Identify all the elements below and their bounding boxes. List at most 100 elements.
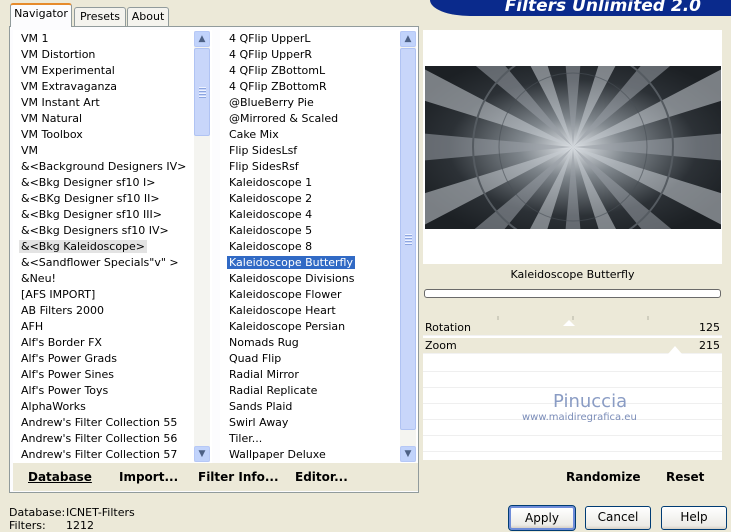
category-item[interactable]: Alf's Power Sines bbox=[21, 367, 114, 383]
category-item[interactable]: &<Bkg Designer sf10 III> bbox=[21, 207, 162, 223]
category-item[interactable]: AB Filters 2000 bbox=[21, 303, 104, 319]
status-filters-label: Filters: bbox=[9, 519, 46, 532]
filter-info-label: Filter Info... bbox=[198, 470, 279, 484]
filter-item[interactable]: Kaleidoscope 2 bbox=[229, 191, 312, 207]
filter-item[interactable]: Kaleidoscope 1 bbox=[229, 175, 312, 191]
filter-list[interactable]: 4 QFlip UpperL 4 QFlip UpperR 4 QFlip ZBot… bbox=[220, 30, 418, 463]
filter-item[interactable]: Flip SidesLsf bbox=[229, 143, 297, 159]
filter-item[interactable]: Kaleidoscope 8 bbox=[229, 239, 312, 255]
scroll-down-icon[interactable]: ▼ bbox=[194, 446, 210, 462]
list-item-label: VM 1 bbox=[21, 32, 49, 45]
filter-item[interactable]: Kaleidoscope Butterfly bbox=[227, 255, 355, 271]
filter-item[interactable]: 4 QFlip UpperR bbox=[229, 47, 312, 63]
filter-item[interactable]: Cake Mix bbox=[229, 127, 279, 143]
category-item[interactable]: VM bbox=[21, 143, 38, 159]
list-item-label: Kaleidoscope Flower bbox=[229, 288, 342, 301]
import-button[interactable]: Import... bbox=[119, 470, 178, 484]
category-item[interactable]: &<BKg Designer sf10 II> bbox=[21, 191, 160, 207]
tab-navigator[interactable]: Navigator bbox=[10, 3, 72, 27]
category-item[interactable]: &<Bkg Designers sf10 IV> bbox=[21, 223, 169, 239]
filter-info-button[interactable]: Filter Info... bbox=[198, 470, 279, 484]
list-item-label: &<Sandflower Specials"v" > bbox=[21, 256, 179, 269]
reset-button[interactable]: Reset bbox=[666, 470, 704, 484]
filter-item[interactable]: Kaleidoscope Divisions bbox=[229, 271, 354, 287]
filter-item[interactable]: Kaleidoscope 5 bbox=[229, 223, 312, 239]
filter-item[interactable]: Sands Plaid bbox=[229, 399, 292, 415]
category-item[interactable]: VM Distortion bbox=[21, 47, 95, 63]
rotation-label: Rotation bbox=[425, 321, 472, 334]
category-item[interactable]: Andrew's Filter Collection 56 bbox=[21, 431, 177, 447]
status-database-value: ICNET-Filters bbox=[66, 506, 135, 519]
scroll-up-icon[interactable]: ▲ bbox=[400, 31, 416, 47]
status-filters-value: 1212 bbox=[66, 519, 94, 532]
filter-item[interactable]: Radial Replicate bbox=[229, 383, 317, 399]
filter-item[interactable]: Flip SidesRsf bbox=[229, 159, 299, 175]
filter-item[interactable]: 4 QFlip UpperL bbox=[229, 31, 311, 47]
category-item[interactable]: Alf's Border FX bbox=[21, 335, 102, 351]
list-item-label: Andrew's Filter Collection 56 bbox=[21, 432, 178, 445]
list-item-label: 4 QFlip UpperL bbox=[229, 32, 311, 45]
param-rotation[interactable]: Rotation 125 bbox=[423, 320, 722, 336]
filter-item[interactable]: Kaleidoscope Heart bbox=[229, 303, 336, 319]
list-item-label: VM Instant Art bbox=[21, 96, 100, 109]
category-item[interactable]: Alf's Power Grads bbox=[21, 351, 117, 367]
category-item[interactable]: &<Background Designers IV> bbox=[21, 159, 186, 175]
filter-item[interactable]: Kaleidoscope Flower bbox=[229, 287, 342, 303]
filter-scrollbar[interactable]: ▲ ▼ bbox=[400, 31, 416, 462]
param-zoom[interactable]: Zoom 215 bbox=[423, 338, 722, 354]
filter-item[interactable]: 4 QFlip ZBottomL bbox=[229, 63, 325, 79]
list-item-label: Kaleidoscope 2 bbox=[229, 192, 313, 205]
filter-item[interactable]: Radial Mirror bbox=[229, 367, 299, 383]
category-item[interactable]: &Neu! bbox=[21, 271, 56, 287]
apply-button[interactable]: Apply bbox=[508, 505, 576, 531]
scroll-thumb[interactable] bbox=[194, 48, 210, 136]
list-item-label: &<BKg Designer sf10 II> bbox=[21, 192, 160, 205]
filter-item[interactable]: Tiler... bbox=[229, 431, 262, 447]
list-item-label: Andrew's Filter Collection 55 bbox=[21, 416, 178, 429]
category-item[interactable]: &<Bkg Kaleidoscope> bbox=[19, 239, 148, 255]
category-scrollbar[interactable]: ▲ ▼ bbox=[194, 31, 210, 462]
cancel-button[interactable]: Cancel bbox=[585, 506, 651, 530]
help-label: Help bbox=[680, 510, 708, 524]
scroll-up-icon[interactable]: ▲ bbox=[194, 31, 210, 47]
help-button[interactable]: Help bbox=[661, 506, 727, 530]
tab-presets[interactable]: Presets bbox=[74, 7, 126, 26]
editor-button[interactable]: Editor... bbox=[295, 470, 348, 484]
filter-item[interactable]: Quad Flip bbox=[229, 351, 281, 367]
category-list[interactable]: VM 1 VM Distortion VM Experimental VM Extra… bbox=[13, 30, 212, 463]
category-item[interactable]: AlphaWorks bbox=[21, 399, 86, 415]
filter-item[interactable]: Kaleidoscope Persian bbox=[229, 319, 345, 335]
scroll-down-icon[interactable]: ▼ bbox=[400, 446, 416, 462]
scroll-thumb[interactable] bbox=[400, 48, 416, 430]
filter-item[interactable]: @Mirrored & Scaled bbox=[229, 111, 338, 127]
randomize-button[interactable]: Randomize bbox=[566, 470, 640, 484]
database-button[interactable]: Database bbox=[28, 470, 92, 484]
filter-item[interactable]: Wallpaper Deluxe bbox=[229, 447, 326, 463]
filter-item[interactable]: Swirl Away bbox=[229, 415, 288, 431]
list-item-label: @BlueBerry Pie bbox=[229, 96, 314, 109]
filter-item[interactable]: Nomads Rug bbox=[229, 335, 299, 351]
category-item[interactable]: VM Natural bbox=[21, 111, 82, 127]
zoom-slider-handle[interactable] bbox=[668, 346, 682, 354]
category-item[interactable]: AFH bbox=[21, 319, 43, 335]
rotation-slider-handle[interactable] bbox=[563, 320, 575, 326]
category-item[interactable]: Andrew's Filter Collection 55 bbox=[21, 415, 177, 431]
category-item[interactable]: Alf's Power Toys bbox=[21, 383, 108, 399]
filter-item[interactable]: Kaleidoscope 4 bbox=[229, 207, 312, 223]
category-item[interactable]: Andrew's Filter Collection 57 bbox=[21, 447, 177, 463]
filter-item[interactable]: @BlueBerry Pie bbox=[229, 95, 314, 111]
list-item-label: &<Background Designers IV> bbox=[21, 160, 187, 173]
category-item[interactable]: VM Instant Art bbox=[21, 95, 100, 111]
filter-item[interactable]: 4 QFlip ZBottomR bbox=[229, 79, 327, 95]
list-item-label: @Mirrored & Scaled bbox=[229, 112, 339, 125]
list-item-label: Wallpaper Deluxe bbox=[229, 448, 326, 461]
category-item[interactable]: VM 1 bbox=[21, 31, 49, 47]
tab-about[interactable]: About bbox=[127, 7, 169, 26]
category-item[interactable]: &<Bkg Designer sf10 I> bbox=[21, 175, 156, 191]
category-item[interactable]: VM Experimental bbox=[21, 63, 115, 79]
category-item[interactable]: VM Toolbox bbox=[21, 127, 83, 143]
category-item[interactable]: VM Extravaganza bbox=[21, 79, 117, 95]
category-item[interactable]: [AFS IMPORT] bbox=[21, 287, 95, 303]
zoom-label: Zoom bbox=[425, 339, 457, 352]
category-item[interactable]: &<Sandflower Specials"v" > bbox=[21, 255, 179, 271]
